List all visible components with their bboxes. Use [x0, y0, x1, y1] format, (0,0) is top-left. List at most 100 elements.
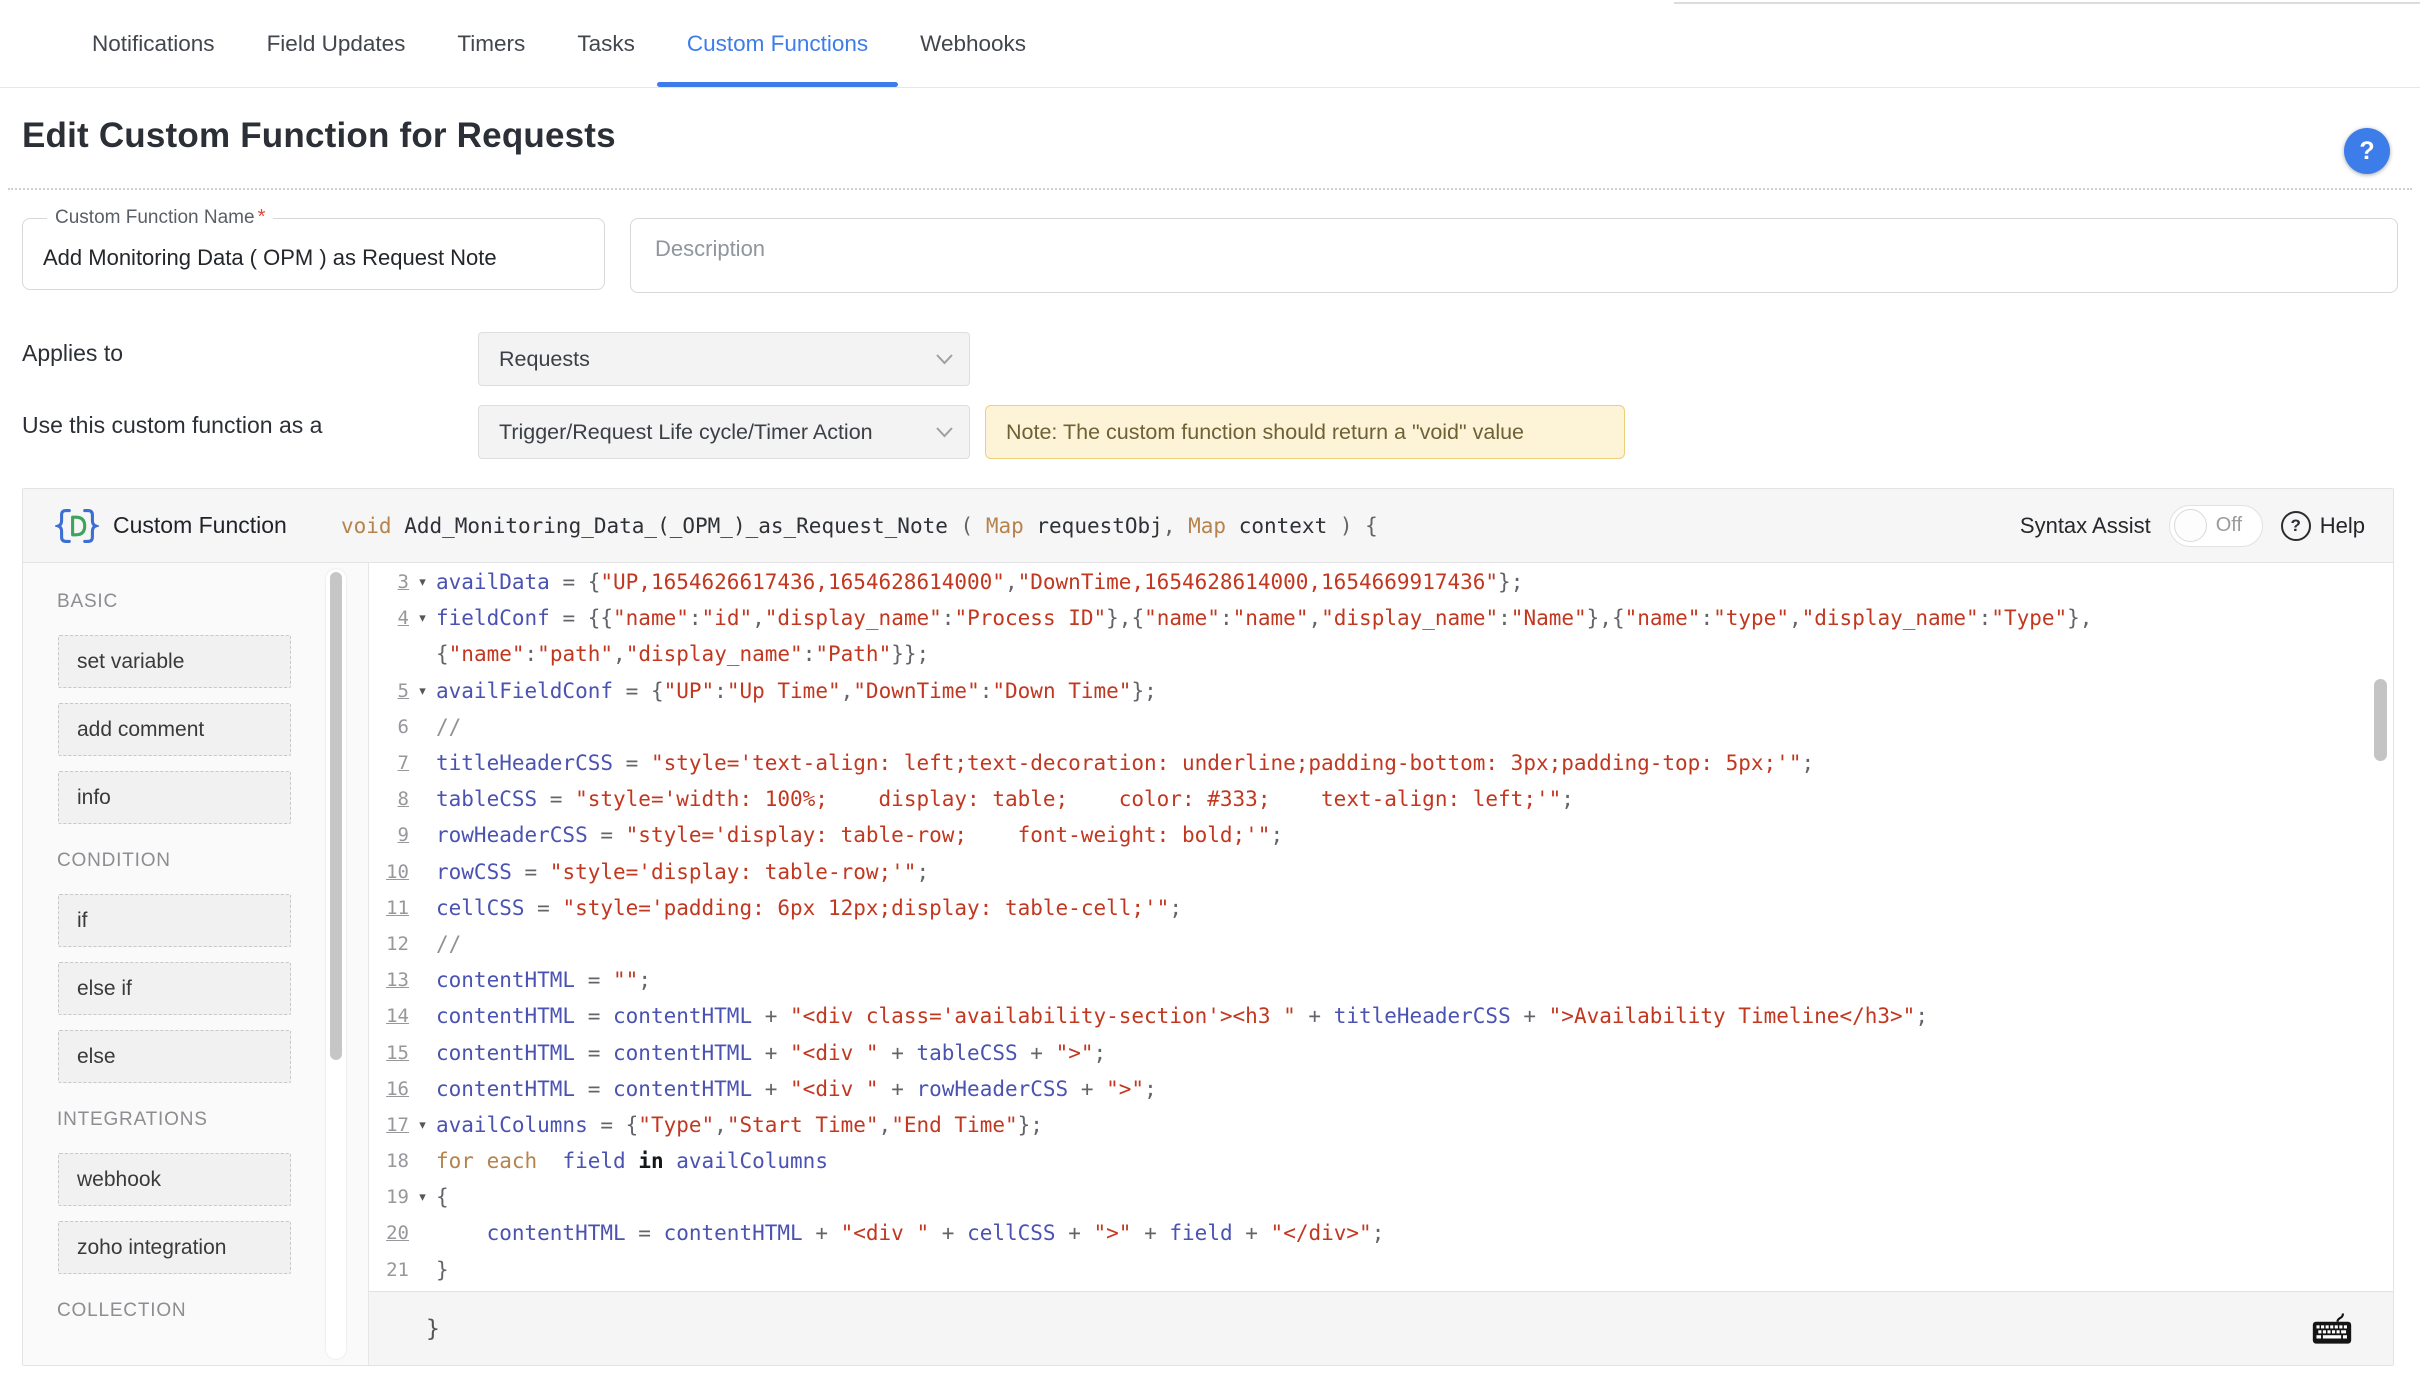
code-line[interactable]: 13contentHTML = ""; — [369, 962, 2393, 998]
code-line[interactable]: 16contentHTML = contentHTML + "<div " + … — [369, 1071, 2393, 1107]
code-text: availFieldConf = {"UP":"Up Time","DownTi… — [436, 679, 1157, 703]
section-title-integrations: INTEGRATIONS — [57, 1109, 368, 1131]
editor-scrollbar[interactable] — [2373, 563, 2391, 1291]
code-text: fieldConf = {{"name":"id","display_name"… — [436, 606, 2092, 630]
syntax-assist-toggle[interactable]: Off — [2169, 505, 2263, 547]
code-text: titleHeaderCSS = "style='text-align: lef… — [436, 751, 1814, 775]
line-number[interactable]: 9 — [369, 824, 409, 846]
custom-function-name-input[interactable] — [23, 219, 604, 289]
function-signature: void Add_Monitoring_Data_(_OPM_)_as_Requ… — [341, 514, 2000, 538]
line-number[interactable]: 17 — [369, 1114, 409, 1136]
fold-toggle-icon[interactable]: ▾ — [409, 1117, 436, 1133]
line-number[interactable]: 7 — [369, 752, 409, 774]
applies-to-value: Requests — [499, 347, 590, 372]
custom-function-name-field[interactable]: Custom Function Name* — [22, 218, 605, 290]
line-number[interactable]: 20 — [369, 1222, 409, 1244]
code-line[interactable]: 5▾availFieldConf = {"UP":"Up Time","Down… — [369, 673, 2393, 709]
code-line[interactable]: 9rowHeaderCSS = "style='display: table-r… — [369, 817, 2393, 853]
line-number[interactable]: 10 — [369, 861, 409, 883]
code-line[interactable]: 8tableCSS = "style='width: 100%; display… — [369, 781, 2393, 817]
code-line[interactable]: 11 cellCSS = "style='padding: 6px 12px;di… — [369, 890, 2393, 926]
tab-notifications[interactable]: Notifications — [92, 0, 215, 87]
custom-function-editor-page: Notifications Field Updates Timers Tasks Cus… — [0, 0, 2420, 1384]
deluge-function-icon — [55, 504, 99, 548]
page-help-button[interactable]: ? — [2344, 128, 2390, 174]
top-tabs: Notifications Field Updates Timers Tasks Cus… — [0, 0, 2420, 88]
code-text: availColumns = {"Type","Start Time","End… — [436, 1113, 1043, 1137]
line-number[interactable]: 18 — [369, 1150, 409, 1172]
description-field[interactable] — [630, 218, 2398, 293]
code-line[interactable]: 4▾fieldConf = {{"name":"id","display_nam… — [369, 600, 2393, 636]
use-as-label: Use this custom function as a — [22, 412, 322, 439]
code-line[interactable]: 10 rowCSS = "style='display: table-row;'"… — [369, 854, 2393, 890]
toggle-knob — [2174, 509, 2207, 542]
snippet-add-comment[interactable]: add comment — [58, 703, 291, 756]
code-line[interactable]: 18for each field in availColumns — [369, 1143, 2393, 1179]
use-as-select[interactable]: Trigger/Request Life cycle/Timer Action — [478, 405, 970, 459]
page-title: Edit Custom Function for Requests — [22, 116, 616, 156]
code-editor-panel: Custom Function void Add_Monitoring_Data… — [22, 488, 2394, 1366]
code-text: // — [436, 715, 461, 739]
code-line[interactable]: 19▾{ — [369, 1179, 2393, 1215]
sidebar-scrollbar-thumb[interactable] — [330, 572, 342, 1060]
keyboard-icon[interactable] — [2311, 1312, 2353, 1346]
line-number[interactable]: 14 — [369, 1005, 409, 1027]
code-line[interactable]: 7 titleHeaderCSS = "style='text-align: le… — [369, 745, 2393, 781]
line-number[interactable]: 21 — [369, 1259, 409, 1281]
code-text: cellCSS = "style='padding: 6px 12px;disp… — [436, 896, 1182, 920]
sidebar-scrollbar[interactable] — [326, 569, 346, 1359]
applies-to-select[interactable]: Requests — [478, 332, 970, 386]
toggle-state-label: Off — [2216, 514, 2242, 537]
snippet-sections: BASICset variableadd commentinfoCONDITIO… — [23, 591, 368, 1322]
code-line[interactable]: {"name":"path","display_name":"Path"}}; — [369, 636, 2393, 672]
tab-custom-functions[interactable]: Custom Functions — [687, 0, 868, 87]
line-number[interactable]: 16 — [369, 1078, 409, 1100]
code-line[interactable]: 14contentHTML = contentHTML + "<div clas… — [369, 998, 2393, 1034]
line-number[interactable]: 15 — [369, 1042, 409, 1064]
fold-toggle-icon[interactable]: ▾ — [409, 683, 436, 699]
snippet-webhook[interactable]: webhook — [58, 1153, 291, 1206]
snippet-else[interactable]: else — [58, 1030, 291, 1083]
code-text: // — [436, 932, 461, 956]
line-number[interactable]: 4 — [369, 607, 409, 629]
code-line[interactable]: 20 contentHTML = contentHTML + "<div " +… — [369, 1215, 2393, 1251]
section-title-basic: BASIC — [57, 591, 368, 613]
code-line[interactable]: 12 // — [369, 926, 2393, 962]
line-number[interactable]: 11 — [369, 897, 409, 919]
editor-header: Custom Function void Add_Monitoring_Data… — [23, 489, 2393, 563]
line-number[interactable]: 6 — [369, 716, 409, 738]
tab-tasks[interactable]: Tasks — [577, 0, 635, 87]
line-number[interactable]: 3 — [369, 571, 409, 593]
line-number[interactable]: 13 — [369, 969, 409, 991]
line-number[interactable]: 5 — [369, 680, 409, 702]
code-line[interactable]: 15contentHTML = contentHTML + "<div " + … — [369, 1034, 2393, 1070]
fold-toggle-icon[interactable]: ▾ — [409, 1189, 436, 1205]
line-number[interactable]: 8 — [369, 788, 409, 810]
applies-to-label: Applies to — [22, 340, 123, 367]
snippet-set-variable[interactable]: set variable — [58, 635, 291, 688]
editor-help-button[interactable]: ? Help — [2281, 511, 2365, 541]
snippet-info[interactable]: info — [58, 771, 291, 824]
tab-field-updates[interactable]: Field Updates — [267, 0, 406, 87]
editor-scrollbar-thumb[interactable] — [2374, 679, 2387, 761]
snippet-zoho-integration[interactable]: zoho integration — [58, 1221, 291, 1274]
description-input[interactable] — [631, 219, 2397, 292]
line-number[interactable]: 19 — [369, 1186, 409, 1208]
code-text: rowCSS = "style='display: table-row;'"; — [436, 860, 929, 884]
code-line[interactable]: 6 // — [369, 709, 2393, 745]
tab-timers[interactable]: Timers — [457, 0, 525, 87]
syntax-assist-label: Syntax Assist — [2020, 513, 2151, 539]
code-line[interactable]: 3▾availData = {"UP,1654626617436,1654628… — [369, 564, 2393, 600]
fold-toggle-icon[interactable]: ▾ — [409, 610, 436, 626]
fold-toggle-icon[interactable]: ▾ — [409, 574, 436, 590]
snippet-else-if[interactable]: else if — [58, 962, 291, 1015]
code-line[interactable]: 21} — [369, 1252, 2393, 1288]
code-text: { — [436, 1185, 449, 1209]
code-area[interactable]: 3▾availData = {"UP,1654626617436,1654628… — [369, 563, 2393, 1365]
custom-function-name-label: Custom Function Name* — [47, 206, 273, 229]
tab-webhooks[interactable]: Webhooks — [920, 0, 1026, 87]
code-line[interactable]: 17▾availColumns = {"Type","Start Time","… — [369, 1107, 2393, 1143]
required-asterisk: * — [258, 206, 266, 228]
snippet-if[interactable]: if — [58, 894, 291, 947]
line-number[interactable]: 12 — [369, 933, 409, 955]
